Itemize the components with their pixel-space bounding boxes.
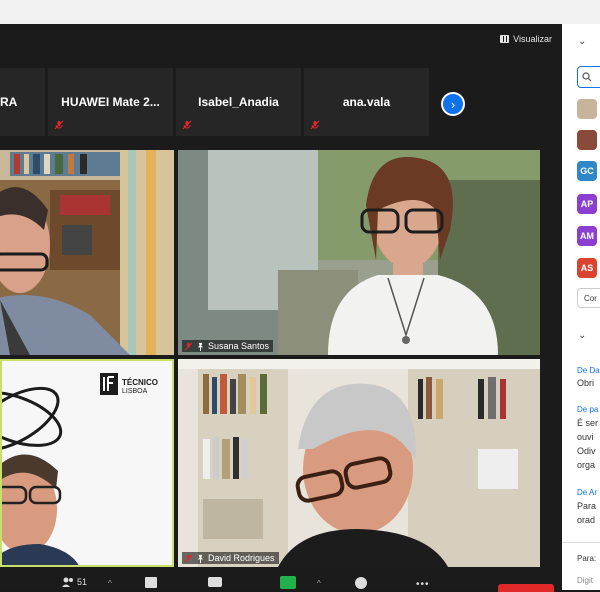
logo-text-line-1: TÉCNICO bbox=[122, 378, 158, 387]
chat-sender: De Da bbox=[577, 366, 600, 375]
chat-message-line: ouvi bbox=[577, 432, 594, 442]
avatar: AM bbox=[577, 226, 597, 246]
participant-thumb-4[interactable]: ana.vala bbox=[304, 68, 429, 136]
chat-message-input[interactable]: Digit bbox=[577, 576, 593, 585]
meeting-toolbar: 51 ^ ^ ••• bbox=[0, 574, 562, 592]
chat-icon[interactable] bbox=[145, 577, 157, 588]
reactions-icon[interactable] bbox=[355, 577, 367, 589]
chat-sender: De Ar bbox=[577, 488, 598, 497]
chat-message-line: orga bbox=[577, 460, 596, 470]
participant-thumb-3[interactable]: Isabel_Anadia bbox=[176, 68, 301, 136]
video-tile-3-active-speaker[interactable]: TÉCNICO LISBOA bbox=[0, 359, 174, 567]
participant-name-tag: Susana Santos bbox=[182, 340, 274, 352]
avatar: AP bbox=[577, 194, 597, 214]
chevron-down-icon[interactable]: ⌄ bbox=[578, 330, 586, 341]
view-button[interactable]: Visualizar bbox=[500, 34, 552, 44]
share-screen-icon[interactable] bbox=[208, 577, 222, 587]
chat-message-line: Obri bbox=[577, 378, 595, 388]
mic-muted-icon bbox=[182, 120, 192, 130]
mic-muted-icon bbox=[54, 120, 64, 130]
leave-button[interactable] bbox=[498, 584, 554, 592]
participants-menu-caret[interactable]: ^ bbox=[108, 579, 112, 588]
avatar-photo bbox=[577, 130, 597, 150]
participants-count: 51 bbox=[77, 577, 88, 587]
participant-video bbox=[178, 150, 540, 355]
pin-icon bbox=[197, 342, 204, 351]
participants-button[interactable]: 51 bbox=[62, 577, 87, 587]
avatar-photo bbox=[577, 99, 597, 119]
grid-view-icon bbox=[500, 35, 510, 43]
mic-muted-icon bbox=[184, 342, 193, 350]
meeting-window: Visualizar RA HUAWEI Mate 2... Isabel_An… bbox=[0, 24, 562, 590]
participant-thumb-1[interactable]: RA bbox=[0, 68, 45, 136]
side-panel: ⌄ GC AP AM AS Cor ⌄ De Da Obri De pa É s… bbox=[562, 24, 600, 590]
convidar-button[interactable]: Cor bbox=[577, 288, 600, 308]
share-screen-button[interactable] bbox=[280, 576, 296, 589]
logo-text-line-2: LISBOA bbox=[122, 388, 148, 395]
pin-icon bbox=[197, 554, 204, 563]
participants-search-input[interactable] bbox=[577, 66, 600, 88]
video-tile-1[interactable] bbox=[0, 150, 174, 355]
chat-message-line: Odiv bbox=[577, 446, 596, 456]
chevron-down-icon[interactable]: ⌄ bbox=[578, 36, 586, 47]
participant-name-tag: David Rodrigues bbox=[182, 552, 279, 564]
chat-message-line: É ser bbox=[577, 418, 599, 428]
window-top-bar bbox=[0, 0, 600, 24]
participant-name-label: David Rodrigues bbox=[208, 553, 275, 563]
chat-message-line: orad bbox=[577, 515, 596, 525]
video-tile-2[interactable]: Susana Santos bbox=[178, 150, 540, 355]
divider bbox=[562, 542, 600, 543]
view-button-label: Visualizar bbox=[513, 34, 552, 44]
participant-name: Isabel_Anadia bbox=[198, 95, 279, 109]
avatar: GC bbox=[577, 161, 597, 181]
participant-name: ana.vala bbox=[342, 95, 391, 109]
participants-icon bbox=[62, 577, 73, 587]
participant-name: RA bbox=[0, 95, 18, 109]
video-tile-4[interactable]: David Rodrigues bbox=[178, 359, 540, 567]
next-page-button[interactable]: › bbox=[441, 92, 465, 116]
chat-to-label: Para: bbox=[577, 554, 597, 563]
participant-name: HUAWEI Mate 2... bbox=[61, 95, 160, 109]
participant-video bbox=[0, 150, 174, 355]
share-menu-caret[interactable]: ^ bbox=[317, 579, 321, 588]
avatar: AS bbox=[577, 258, 597, 278]
search-icon bbox=[582, 72, 592, 82]
mic-muted-icon bbox=[310, 120, 320, 130]
participant-name-label: Susana Santos bbox=[208, 341, 270, 351]
mic-muted-icon bbox=[184, 554, 193, 562]
chevron-right-icon: › bbox=[450, 96, 456, 112]
chat-sender: De pa bbox=[577, 405, 599, 414]
chat-message-line: Para bbox=[577, 501, 597, 511]
participant-video bbox=[178, 359, 540, 567]
more-options-icon[interactable]: ••• bbox=[416, 579, 430, 590]
participant-thumb-2[interactable]: HUAWEI Mate 2... bbox=[48, 68, 173, 136]
institution-logo: TÉCNICO LISBOA bbox=[122, 378, 158, 396]
